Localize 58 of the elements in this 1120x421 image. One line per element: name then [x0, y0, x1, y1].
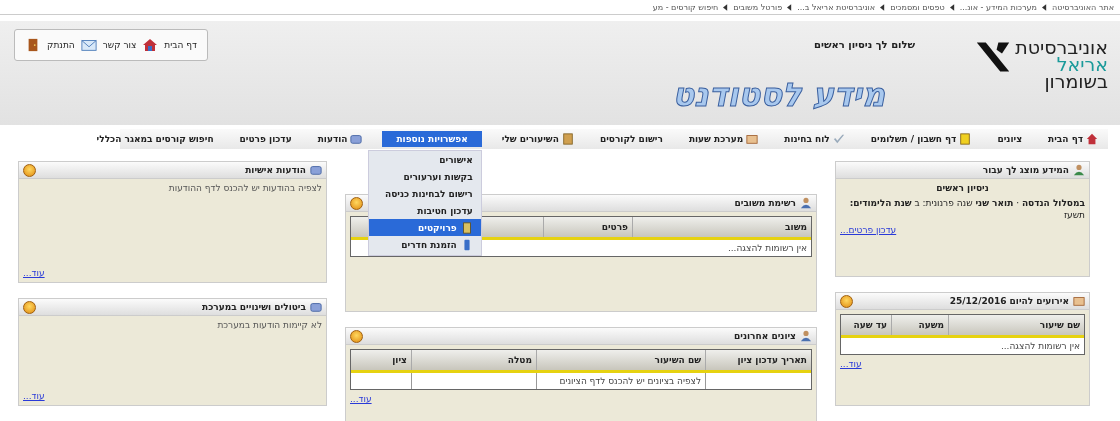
column-header: תאריך עדכון ציון — [705, 350, 811, 370]
column-header: משוב — [632, 217, 811, 237]
nav-tab[interactable]: אפשרויות נוספות — [382, 131, 482, 147]
greeting-text: שלום לך ניסיון ראשים — [814, 39, 917, 50]
menu-item[interactable]: בקשות וערעורים — [368, 168, 481, 185]
nav-tab[interactable]: עדכון פרטים — [233, 131, 298, 147]
logo-text: אוניברסיטת — [1015, 39, 1108, 56]
menu-item[interactable]: הזמנת חדרים — [368, 236, 481, 253]
nav-tab[interactable]: הודעות — [311, 130, 369, 148]
panel-title: אירועים להיום 25/12/2016 — [949, 296, 1069, 306]
panel-text: לצפיה בהודעות יש להכנס לדף ההודעות — [167, 183, 322, 195]
nav-tab[interactable]: לוח בחינות — [778, 130, 851, 148]
header-link[interactable]: צור קשר — [102, 40, 137, 50]
column-header: מטלה — [411, 350, 536, 370]
panel-title: הודעות אישיות — [245, 165, 306, 175]
student-details: במסלול הנדסה · תואר שני שנה פרנונית: ב שנת הלימודים: תשעז — [848, 197, 1085, 221]
update-link[interactable]: עדכון פרטים... — [840, 225, 897, 235]
menu-item[interactable]: רישום לבחינות כניסה — [368, 185, 481, 202]
column-header: שם השיעור — [536, 350, 705, 370]
nav-tab[interactable]: דף הבית — [1042, 130, 1104, 148]
logo-text: בשומרון — [1043, 73, 1108, 90]
column-header: משעה — [891, 315, 948, 335]
menu-item[interactable]: עדכון חטיבות — [368, 202, 481, 219]
nav-tab[interactable]: רישום לקורסים — [593, 131, 669, 147]
column-header: שם שיעור — [948, 315, 1084, 335]
panel-title: ביטולים ושינויים במערכת — [202, 302, 306, 312]
header-link[interactable]: דף הבית — [164, 40, 197, 50]
header-link[interactable]: התנתק — [47, 40, 75, 50]
more-link[interactable]: עוד... — [23, 268, 45, 278]
panel-title: ציונים אחרונים — [734, 331, 796, 341]
breadcrumb-link[interactable]: טפסים ומסמכים — [890, 2, 945, 12]
column-header: ציון — [391, 354, 408, 367]
breadcrumb-link[interactable]: מערכות המידע - אונ... — [959, 2, 1038, 12]
menu-item[interactable]: פרויקטים — [368, 219, 481, 236]
student-name: ניסיון ראשים — [935, 183, 990, 193]
empty-message: אין רשומות להצגה... — [727, 243, 807, 253]
nav-tab[interactable]: ציונים — [991, 131, 1029, 147]
breadcrumb-link[interactable]: אתר האוניברסיטה — [1052, 2, 1114, 12]
panel-text: לא קיימות הודעות במערכת — [216, 320, 322, 332]
nav-tab[interactable]: מערכת שעות — [682, 130, 765, 148]
breadcrumb-link[interactable]: חיפוש קורסים - מע — [652, 2, 719, 12]
table-cell: לצפיה בציונים יש להכנס לדף הציונים — [536, 373, 705, 389]
nav-tab[interactable]: השיעורים שלי — [495, 130, 580, 148]
breadcrumb-link[interactable]: פורטל משובים — [733, 2, 783, 12]
column-header: עד שעה — [852, 319, 888, 332]
nav-tab[interactable]: דף חשבון / תשלומים — [864, 130, 978, 148]
panel-title: המידע מוצג לך עבור — [982, 165, 1069, 175]
menu-item[interactable]: אישורים — [368, 151, 481, 168]
more-link[interactable]: עוד... — [23, 391, 45, 401]
panel-title: רשימת משובים — [734, 198, 796, 208]
site-title: מידע לסטודנט — [672, 76, 887, 114]
empty-message: אין רשומות להצגה... — [1000, 341, 1080, 351]
more-link[interactable]: עוד... — [840, 359, 862, 369]
logo-text: אריאל — [1056, 56, 1108, 73]
nav-tab[interactable]: חיפוש קורסים במאגר הכללי — [90, 131, 220, 147]
column-header: פרטים — [543, 217, 632, 237]
breadcrumb-link[interactable]: אוניברסיטת אריאל ב... — [797, 2, 876, 12]
more-link[interactable]: עוד... — [350, 394, 372, 404]
